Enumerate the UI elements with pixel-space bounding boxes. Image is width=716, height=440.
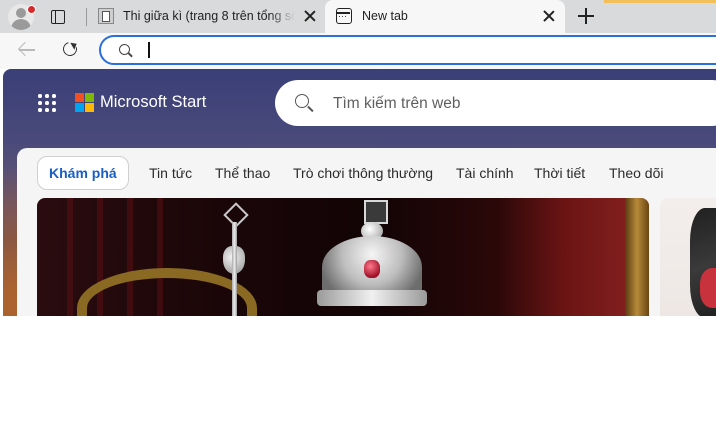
crown-image — [317, 198, 427, 316]
text-caret — [148, 42, 150, 58]
nav-tab-tai-chinh[interactable]: Tài chính — [456, 156, 514, 190]
notification-dot — [27, 5, 36, 14]
web-search-input[interactable] — [331, 93, 695, 115]
refresh-icon[interactable] — [60, 39, 82, 61]
back-arrow-icon[interactable] — [16, 39, 38, 61]
tab-title: Thi giữa kì (trang 8 trên tổng số 2 — [123, 9, 295, 23]
app-launcher-icon[interactable] — [38, 94, 56, 112]
browser-toolbar — [0, 33, 716, 69]
gold-frame-detail — [625, 198, 649, 316]
search-icon — [119, 44, 133, 58]
tab-strip: Thi giữa kì (trang 8 trên tổng số 2 New … — [0, 0, 716, 33]
new-tab-favicon-icon — [336, 8, 352, 24]
nav-tab-kham-pha[interactable]: Khám phá — [37, 156, 129, 190]
nav-tab-tin-tuc[interactable]: Tin tức — [149, 156, 192, 190]
microsoft-logo-icon — [75, 93, 95, 113]
tab-exam-document[interactable]: Thi giữa kì (trang 8 trên tổng số 2 — [88, 0, 324, 33]
sceptre-image — [217, 202, 253, 316]
close-tab-icon[interactable] — [542, 9, 556, 23]
web-search-box[interactable] — [275, 80, 716, 126]
tab-strip-accent — [604, 0, 716, 3]
hero-news-image[interactable] — [37, 198, 649, 316]
address-bar[interactable] — [99, 35, 716, 65]
side-news-card[interactable] — [660, 198, 716, 316]
new-tab-plus-icon[interactable] — [576, 6, 596, 26]
search-icon — [295, 94, 314, 113]
tab-new-tab[interactable]: New tab — [325, 0, 565, 33]
close-tab-icon[interactable] — [303, 9, 317, 23]
tab-title: New tab — [362, 9, 408, 23]
nav-tab-tro-choi[interactable]: Trò chơi thông thường — [293, 156, 433, 190]
address-input[interactable] — [147, 40, 551, 62]
new-tab-page: Microsoft Start Khám phá Tin tức Thể tha… — [3, 69, 716, 316]
nav-tab-thoi-tiet[interactable]: Thời tiết — [534, 156, 585, 190]
document-favicon-icon — [98, 8, 114, 24]
tab-separator — [86, 8, 87, 26]
nav-tab-the-thao[interactable]: Thể thao — [215, 156, 270, 190]
tab-actions-icon[interactable] — [48, 7, 68, 27]
brand-name[interactable]: Microsoft Start — [100, 93, 206, 112]
nav-tab-theo-doi[interactable]: Theo dõi — [609, 156, 663, 190]
news-feed: Khám phá Tin tức Thể thao Trò chơi thông… — [17, 148, 716, 316]
